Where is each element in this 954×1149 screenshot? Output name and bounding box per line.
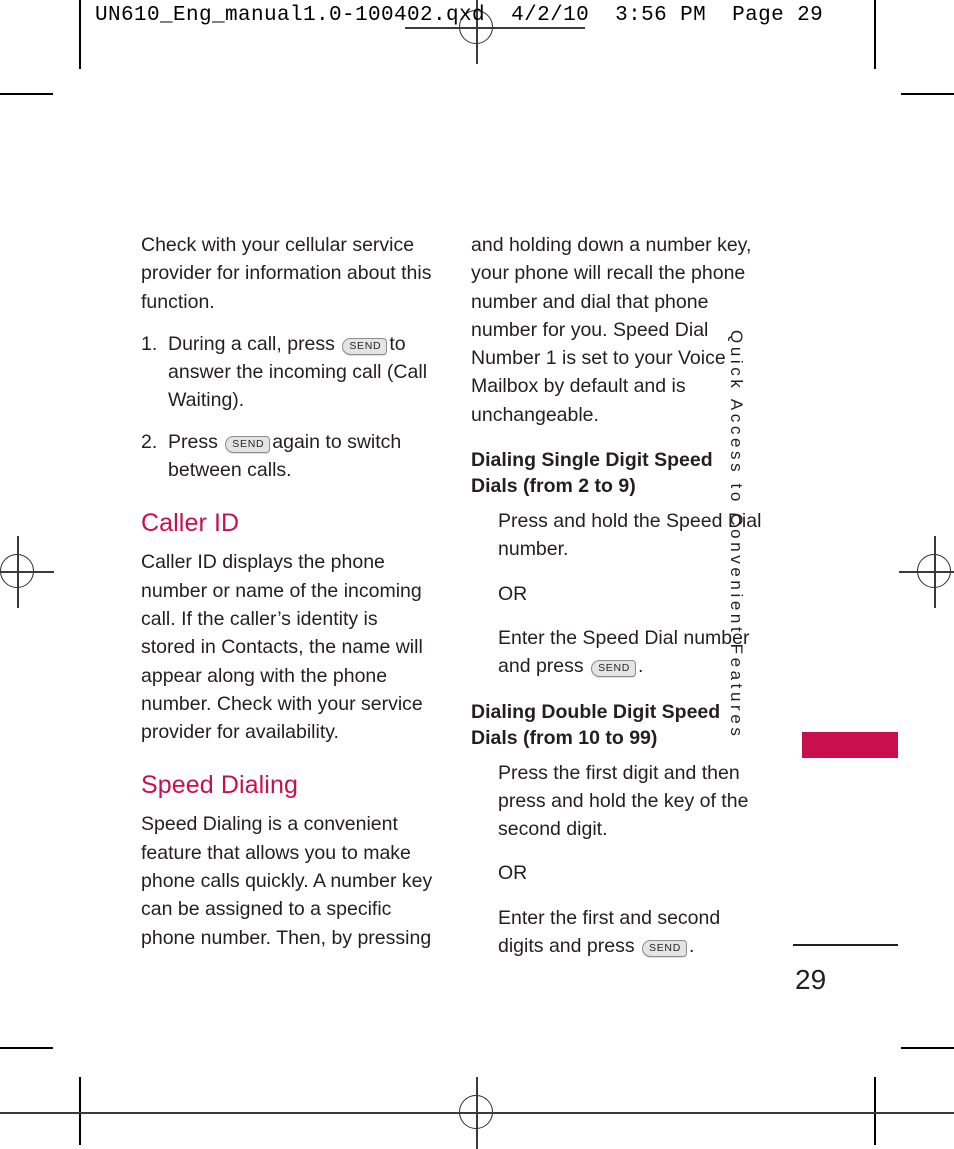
- speed-dialing-section: Speed Dialing: [141, 770, 433, 800]
- caller-id-body: Caller ID displays the phone number or n…: [141, 551, 423, 744]
- intro-paragraph: Check with your cellular service provide…: [141, 234, 432, 313]
- single-digit-step-2-text-after-key: .: [638, 655, 644, 678]
- send-key-icon: SEND: [642, 940, 687, 958]
- left-column: Check with your cellular service provide…: [141, 231, 433, 952]
- list-item: 1. During a call, press SEND to answer the…: [141, 330, 433, 415]
- section-heading-caller-id: Caller ID: [141, 509, 240, 538]
- double-digit-subsection: Dialing Double Digit Speed Dials (from 1…: [471, 699, 763, 751]
- send-key-icon: SEND: [342, 337, 388, 355]
- list-item-text-before-key: Press: [168, 430, 218, 453]
- page-number: 29: [795, 964, 827, 995]
- folio-rule: [793, 944, 898, 946]
- double-digit-step-2-text-after-key: .: [688, 935, 695, 958]
- caller-id-section: Caller ID: [141, 508, 433, 538]
- subheading-double-digit-speed-dials: Dialing Double Digit Speed Dials (from 1…: [471, 700, 721, 749]
- double-digit-step-1: Press the first digit and then press and…: [498, 761, 749, 841]
- double-digit-or-label: OR: [498, 862, 528, 885]
- speed-dialing-body: Speed Dialing is a convenient feature th…: [141, 813, 433, 949]
- list-item: 2. Press SEND again to switch between call…: [141, 428, 433, 485]
- list-item-text-before-key: During a call, press: [168, 332, 335, 355]
- section-heading-speed-dialing: Speed Dialing: [141, 771, 298, 800]
- double-digit-step-2: Enter the first and second digits and pr…: [471, 904, 763, 961]
- send-key-icon: SEND: [225, 435, 271, 453]
- chapter-running-head: Quick Access to Convenient Features: [727, 330, 746, 740]
- single-digit-or-label: OR: [498, 582, 528, 605]
- list-item-number: 2.: [141, 430, 158, 453]
- single-digit-step-2: Enter the Speed Dial number and press SE…: [471, 624, 763, 681]
- list-item-number: 1.: [141, 332, 158, 355]
- send-key-icon: SEND: [591, 660, 637, 678]
- chapter-color-tab: [802, 732, 898, 758]
- call-waiting-step-list: 1. During a call, press SEND to answer the…: [141, 330, 433, 484]
- manual-page: Check with your cellular service provide…: [0, 0, 954, 1145]
